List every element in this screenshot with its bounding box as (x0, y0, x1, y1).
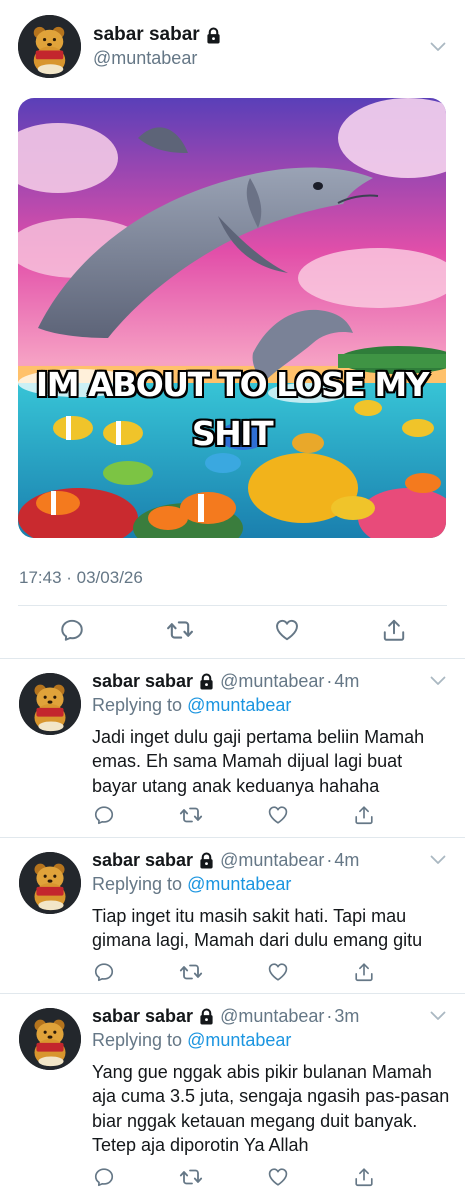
reply-text: Yang gue nggak abis pikir bulanan Mamah … (92, 1062, 450, 1155)
reply-icon[interactable] (93, 961, 115, 983)
meme-caption-line-1: IM ABOUT TO LOSE MY (35, 365, 430, 404)
like-icon[interactable] (267, 961, 289, 983)
replying-to-link[interactable]: @muntabear (187, 695, 291, 715)
tweet-media-image[interactable]: IM ABOUT TO LOSE MY SHIT (18, 98, 446, 538)
display-name[interactable]: sabar sabar (92, 850, 193, 871)
reply-tweet[interactable]: sabar sabar @muntabear · 3m Replying to … (0, 994, 465, 1200)
lock-icon (206, 27, 221, 44)
replying-to-label: Replying to (92, 874, 183, 894)
display-name-row[interactable]: sabar sabar (93, 24, 221, 46)
reply-tweet[interactable]: sabar sabar @muntabear · 4m Replying to … (0, 659, 465, 837)
like-icon[interactable] (267, 804, 289, 826)
reply-header: sabar sabar @muntabear · 3m (92, 1006, 359, 1027)
separator-dot: · (326, 671, 333, 691)
replying-to: Replying to @muntabear (92, 1030, 291, 1051)
replying-to-link[interactable]: @muntabear (187, 874, 291, 894)
avatar[interactable] (19, 852, 81, 914)
display-name[interactable]: sabar sabar (92, 1006, 193, 1027)
avatar[interactable] (18, 15, 81, 78)
lock-icon (199, 673, 214, 690)
chevron-down-icon[interactable] (430, 855, 446, 865)
reply-icon[interactable] (93, 1166, 115, 1188)
handle[interactable]: @muntabear (93, 48, 197, 69)
avatar[interactable] (19, 1008, 81, 1070)
reply-actions (93, 1165, 375, 1189)
chevron-down-icon[interactable] (430, 676, 446, 686)
replying-to-label: Replying to (92, 1030, 183, 1050)
meme-caption-line-2: SHIT (191, 414, 274, 453)
reply-time[interactable]: 4m (334, 850, 359, 871)
avatar-bear-image (19, 1008, 81, 1070)
like-icon[interactable] (267, 1166, 289, 1188)
reply-icon[interactable] (93, 804, 115, 826)
replying-to: Replying to @muntabear (92, 874, 291, 895)
reply-header: sabar sabar @muntabear · 4m (92, 850, 359, 871)
like-icon[interactable] (274, 617, 300, 643)
reply-tweet[interactable]: sabar sabar @muntabear · 4m Replying to … (0, 838, 465, 993)
reply-time[interactable]: 4m (334, 671, 359, 692)
reply-icon[interactable] (59, 617, 85, 643)
reply-header: sabar sabar @muntabear · 4m (92, 671, 359, 692)
avatar-bear-image (19, 852, 81, 914)
reply-text: Tiap inget itu masih sakit hati. Tapi ma… (92, 906, 423, 951)
lock-icon (199, 1008, 214, 1025)
retweet-icon[interactable] (179, 803, 203, 827)
avatar-bear-image (18, 15, 81, 78)
main-tweet-actions (59, 616, 407, 644)
replying-to-label: Replying to (92, 695, 183, 715)
avatar[interactable] (19, 673, 81, 735)
retweet-icon[interactable] (166, 616, 194, 644)
share-icon[interactable] (353, 804, 375, 826)
handle[interactable]: @muntabear (220, 850, 324, 871)
handle[interactable]: @muntabear (220, 1006, 324, 1027)
dolphin-meme-illustration (18, 98, 446, 538)
separator-dot: · (326, 1006, 333, 1026)
reply-text: Jadi inget dulu gaji pertama beliin Mama… (92, 727, 425, 796)
share-icon[interactable] (381, 617, 407, 643)
retweet-icon[interactable] (179, 1165, 203, 1189)
retweet-icon[interactable] (179, 960, 203, 984)
chevron-down-icon[interactable] (430, 42, 446, 52)
chevron-down-icon[interactable] (430, 1011, 446, 1021)
replying-to: Replying to @muntabear (92, 695, 291, 716)
main-tweet-header: sabar sabar @muntabear (0, 0, 465, 90)
separator-dot: · (326, 850, 333, 870)
replying-to-link[interactable]: @muntabear (187, 1030, 291, 1050)
reply-actions (93, 960, 375, 984)
reply-time[interactable]: 3m (334, 1006, 359, 1027)
lock-icon (199, 852, 214, 869)
divider (18, 605, 447, 606)
display-name[interactable]: sabar sabar (93, 24, 200, 46)
display-name[interactable]: sabar sabar (92, 671, 193, 692)
handle[interactable]: @muntabear (220, 671, 324, 692)
share-icon[interactable] (353, 961, 375, 983)
avatar-bear-image (19, 673, 81, 735)
tweet-timestamp[interactable]: 17:43 · 03/03/26 (19, 568, 143, 588)
reply-actions (93, 803, 375, 827)
share-icon[interactable] (353, 1166, 375, 1188)
